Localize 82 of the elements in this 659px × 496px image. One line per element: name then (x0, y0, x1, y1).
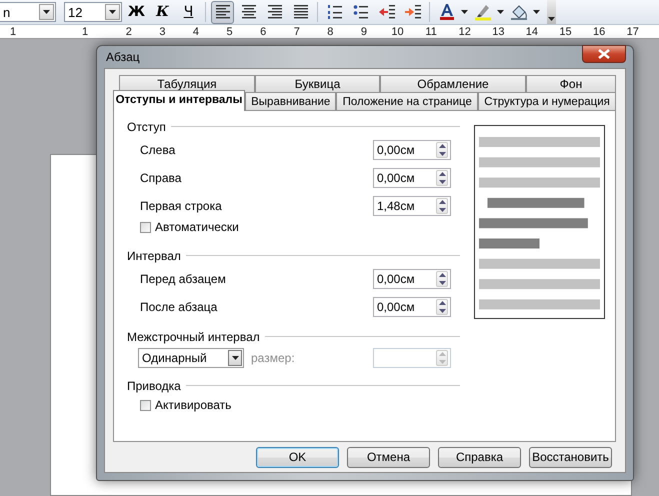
bulleted-list-icon (352, 3, 370, 21)
dialog-button[interactable]: OK (256, 446, 339, 468)
dialog-button[interactable]: Справка (438, 446, 521, 468)
ruler-number: 1 (82, 26, 90, 38)
spin-arrows-icon[interactable] (436, 198, 448, 214)
ruler-number: 17 (626, 26, 640, 38)
tab[interactable]: Обрамление (380, 75, 526, 92)
field-label: После абзаца (140, 300, 218, 314)
dropdown-arrow-icon (497, 10, 504, 14)
close-button[interactable] (582, 44, 626, 62)
italic-button[interactable]: К (151, 0, 174, 24)
dropdown-arrow-icon (232, 356, 238, 360)
tab[interactable]: Отступы и интервалы (113, 90, 245, 111)
checkbox[interactable] (140, 222, 151, 232)
spin-field[interactable]: 1,48см (373, 196, 451, 216)
spin-arrows-icon[interactable] (436, 271, 448, 287)
ruler-number: 12 (458, 26, 472, 38)
spin-arrows-icon[interactable] (436, 299, 448, 315)
ruler-number: 8 (326, 26, 334, 38)
checkbox[interactable] (140, 400, 151, 410)
paint-bucket-icon (510, 3, 528, 21)
close-icon (598, 48, 610, 58)
section-title: Межстрочный интервал (127, 330, 260, 344)
section-title: Интервал (127, 248, 181, 262)
ruler-number: 10 (390, 26, 405, 38)
align-left-icon (214, 3, 232, 21)
ruler-number: 3 (158, 26, 166, 38)
tab[interactable]: Структура и нумерация (478, 92, 616, 111)
spin-field[interactable]: 0,00см (373, 140, 451, 160)
dropdown-arrow-icon (109, 10, 116, 14)
ruler-number: 11 (424, 26, 438, 38)
bold-button[interactable]: Ж (125, 0, 148, 24)
ruler-number: 9 (360, 26, 368, 38)
font-size-field[interactable]: 12 (64, 2, 122, 22)
justify-icon (292, 3, 310, 21)
spin-field[interactable]: 0,00см (373, 269, 451, 289)
field-label: Справа (140, 171, 182, 185)
ruler-number: 6 (259, 26, 268, 38)
section-title: Приводка (127, 378, 181, 392)
spin-arrows-icon[interactable] (436, 170, 448, 186)
ruler-number: 13 (491, 26, 506, 38)
checkbox-label: Автоматически (155, 220, 239, 234)
spin-field[interactable]: 0,00см (373, 297, 451, 317)
align-center-icon (240, 3, 258, 21)
ruler-number: 14 (524, 26, 540, 38)
font-color-icon (438, 3, 456, 21)
dropdown-arrow-icon (548, 17, 555, 21)
field-label: Первая строка (140, 199, 222, 213)
numbered-list-icon (326, 3, 344, 21)
dialog-button[interactable]: Восстановить (529, 446, 612, 468)
checkbox-label: Активировать (155, 398, 232, 412)
tab[interactable]: Выравнивание (245, 92, 336, 111)
outdent-icon (378, 3, 396, 21)
spin-field[interactable] (373, 348, 451, 368)
dropdown-arrow-icon (43, 10, 50, 14)
field-label: размер: (251, 351, 296, 365)
field-label: Перед абзацем (140, 272, 226, 286)
tab[interactable]: Буквица (255, 75, 380, 92)
align-right-icon (266, 3, 284, 21)
align-left-button[interactable] (211, 0, 234, 24)
ruler-number: 15 (558, 26, 573, 38)
field-label: Слева (140, 143, 176, 157)
ruler-number: 16 (592, 26, 606, 38)
ruler-number: 4 (192, 26, 200, 38)
highlighter-icon (474, 3, 492, 21)
ruler-number: 2 (124, 26, 133, 38)
ruler-number: 5 (226, 26, 234, 38)
ruler-number: 1 (10, 26, 18, 38)
font-name-field[interactable]: n (0, 2, 56, 22)
indent-icon (404, 3, 422, 21)
dropdown-arrow-icon (533, 10, 540, 14)
dialog-button[interactable]: Отмена (347, 446, 430, 468)
section-title: Отступ (127, 120, 166, 134)
underline-button[interactable]: Ч (177, 0, 200, 24)
spin-arrows-icon[interactable] (436, 142, 448, 158)
dropdown-arrow-icon (461, 10, 468, 14)
ruler-number: 7 (292, 26, 301, 38)
dialog-title: Абзац (105, 50, 140, 64)
toolbar-overflow-button[interactable] (547, 0, 556, 24)
tab[interactable]: Положение на странице (336, 92, 478, 111)
spin-field[interactable]: 0,00см (373, 168, 451, 188)
tab[interactable]: Фон (526, 75, 616, 92)
